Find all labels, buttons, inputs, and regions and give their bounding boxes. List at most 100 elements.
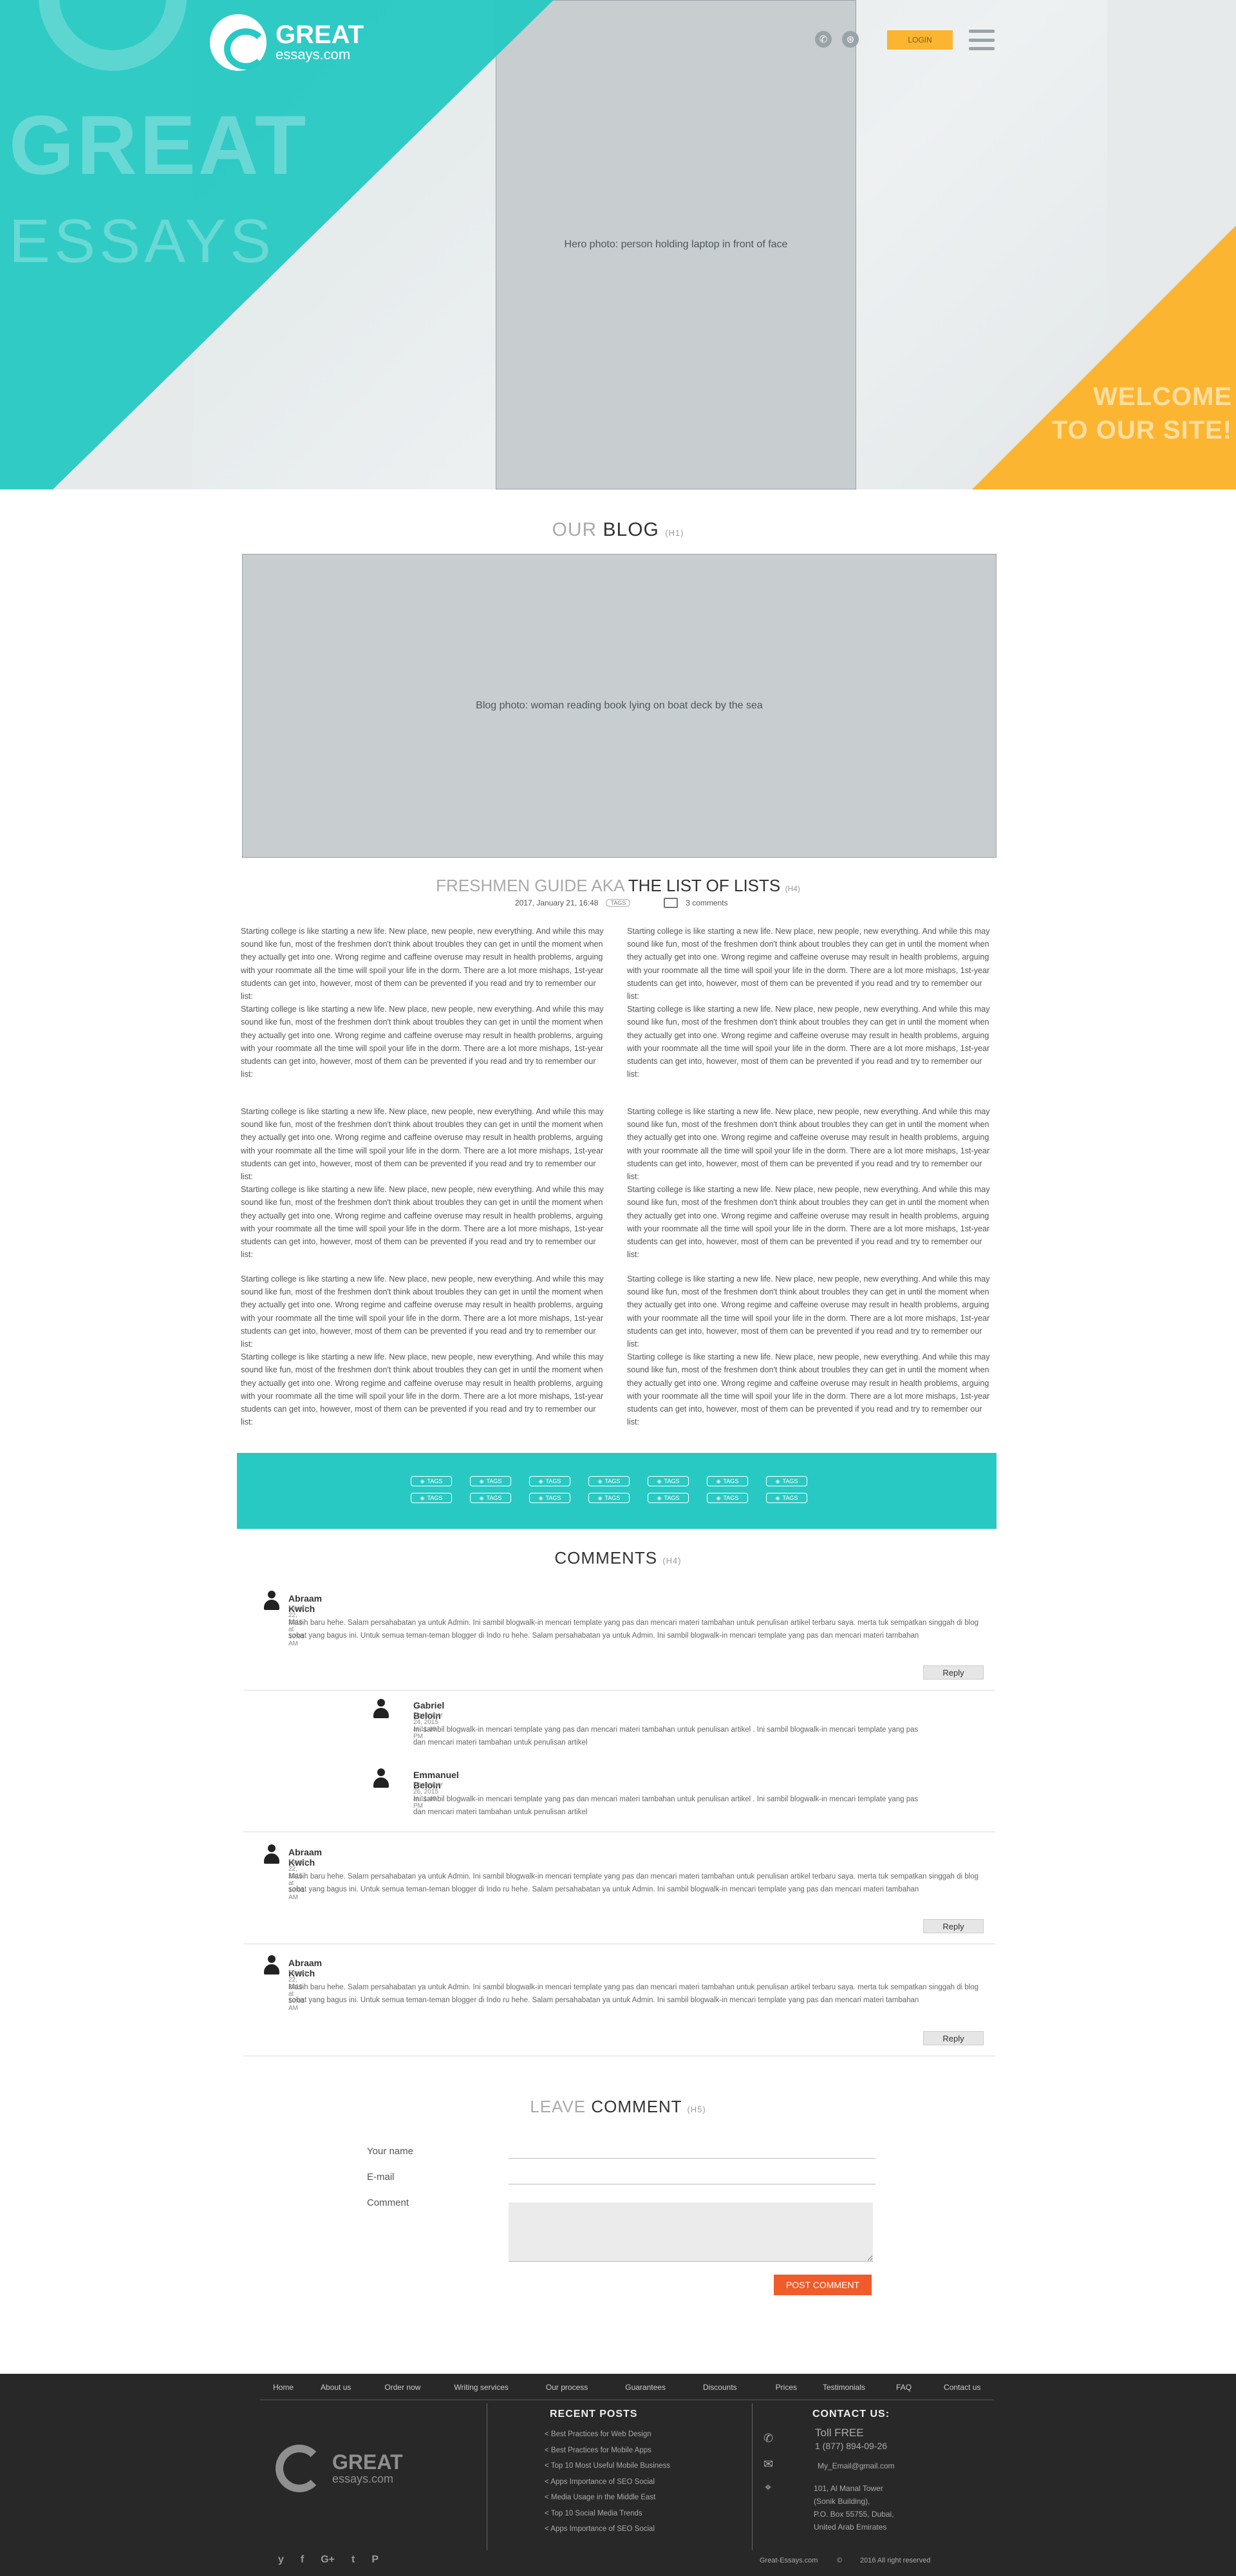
post-paragraph: Starting college is like starting a new … bbox=[241, 927, 604, 1001]
blog-section-title: OUR BLOG (H1) bbox=[0, 519, 1236, 541]
twitter-icon[interactable]: y bbox=[278, 2554, 284, 2566]
page: Hero photo: person holding laptop in fro… bbox=[0, 0, 1236, 2576]
footer-nav-prices[interactable]: Prices bbox=[776, 2383, 797, 2392]
tag-pill[interactable]: ◈ TAGS bbox=[588, 1476, 630, 1486]
comments-title-text: COMMENTS bbox=[554, 1548, 658, 1567]
post-comment-button[interactable]: POST COMMENT bbox=[774, 2275, 872, 2295]
address-line: 101, Al Manal Tower bbox=[814, 2484, 883, 2493]
blog-title-tag: (H1) bbox=[665, 528, 684, 538]
phone-icon[interactable]: ✆ bbox=[815, 31, 832, 48]
hero-image: Hero photo: person holding laptop in fro… bbox=[496, 0, 856, 489]
footer-nav-faq[interactable]: FAQ bbox=[896, 2383, 912, 2392]
post-paragraph: Starting college is like starting a new … bbox=[627, 927, 990, 1001]
recent-post-link[interactable]: < Apps Importance of SEO Social bbox=[545, 2474, 670, 2490]
footer-nav-guarantees[interactable]: Guarantees bbox=[625, 2383, 666, 2392]
footer-copyright: 2016 All right reserved bbox=[860, 2557, 931, 2564]
tumblr-icon[interactable]: t bbox=[351, 2554, 355, 2566]
post-paragraph: Starting college is like starting a new … bbox=[241, 1107, 604, 1182]
tag-pill[interactable]: ◈ TAGS bbox=[648, 1476, 689, 1486]
tag-pill[interactable]: ◈ TAGS bbox=[707, 1476, 748, 1486]
tag-icon: ◈ bbox=[479, 1477, 484, 1484]
tag-pill[interactable]: ◈ TAGS bbox=[411, 1476, 452, 1486]
welcome-text: WELCOME TO OUR SITE! bbox=[1052, 380, 1232, 447]
comment-body: Masih baru hehe. Salam persahabatan ya u… bbox=[288, 1619, 979, 1640]
post-paragraph: Starting college is like starting a new … bbox=[627, 1185, 990, 1260]
post-comment-count[interactable]: 3 comments bbox=[686, 898, 727, 907]
reply-button[interactable]: Reply bbox=[923, 1665, 984, 1680]
comments-title: COMMENTS (H4) bbox=[0, 1548, 1236, 1568]
login-button[interactable]: LOGIN bbox=[887, 30, 953, 50]
tag-icon: ◈ bbox=[420, 1494, 425, 1501]
comment-textarea[interactable] bbox=[509, 2202, 873, 2262]
tag-pill[interactable]: ◈ TAGS bbox=[470, 1476, 511, 1486]
tag-pill[interactable]: ◈ TAGS bbox=[529, 1476, 570, 1486]
post-meta: 2017, January 21, 16:48 TAGS 3 comments bbox=[515, 898, 772, 908]
recent-post-link[interactable]: < Apps Importance of SEO Social bbox=[545, 2521, 670, 2537]
support-icon[interactable]: ⊛ bbox=[842, 31, 859, 48]
email-address[interactable]: My_Email@gmail.com bbox=[818, 2461, 895, 2470]
recent-post-link[interactable]: < Media Usage in the Middle East bbox=[545, 2490, 670, 2506]
post-tag-badge[interactable]: TAGS bbox=[606, 899, 631, 907]
post-paragraph: Starting college is like starting a new … bbox=[627, 1107, 990, 1182]
footer-nav: Home About us Order now Writing services… bbox=[273, 2383, 980, 2392]
post-paragraph: Starting college is like starting a new … bbox=[241, 1185, 604, 1260]
blog-post-image[interactable]: Blog photo: woman reading book lying on … bbox=[242, 554, 997, 858]
post-title-light: FRESHMEN GUIDE AKA bbox=[436, 876, 624, 895]
footer-nav-about[interactable]: About us bbox=[321, 2383, 351, 2392]
phone-icon: ✆ bbox=[763, 2432, 774, 2445]
tags-grid: ◈ TAGS ◈ TAGS ◈ TAGS ◈ TAGS ◈ TAGS ◈ TAGS ◈ TAG… bbox=[411, 1476, 807, 1503]
post-title-bold: THE LIST OF LISTS bbox=[628, 876, 781, 895]
leave-comment-title: LEAVE COMMENT (H5) bbox=[0, 2097, 1236, 2117]
facebook-icon[interactable]: f bbox=[301, 2554, 304, 2566]
footer-site-name[interactable]: Great-Essays.com bbox=[760, 2557, 818, 2564]
comment-body: Ini sambil blogwalk-in mencari template … bbox=[413, 1726, 919, 1747]
recent-post-link[interactable]: < Best Practices for Web Design bbox=[545, 2427, 670, 2443]
footer-nav-process[interactable]: Our process bbox=[546, 2383, 588, 2392]
tag-pill[interactable]: ◈ TAGS bbox=[411, 1493, 452, 1503]
recent-posts-title: RECENT POSTS bbox=[550, 2409, 638, 2420]
ghost-text-essays: ESSAYS bbox=[9, 207, 276, 276]
post-paragraph: Starting college is like starting a new … bbox=[241, 1274, 604, 1349]
comments-title-tag: (H4) bbox=[662, 1556, 682, 1566]
tag-pill[interactable]: ◈ TAGS bbox=[648, 1493, 689, 1503]
footer-nav-home[interactable]: Home bbox=[273, 2383, 294, 2392]
tag-pill[interactable]: ◈ TAGS bbox=[588, 1493, 630, 1503]
reply-button[interactable]: Reply bbox=[923, 1919, 984, 1933]
post-column-left-3: Starting college is like starting a new … bbox=[241, 1273, 606, 1428]
toll-free-label: Toll FREE bbox=[815, 2427, 864, 2439]
footer-logo[interactable]: GREAT essays.com bbox=[276, 2445, 403, 2492]
leave-title-bold: COMMENT bbox=[591, 2097, 682, 2116]
tag-pill[interactable]: ◈ TAGS bbox=[766, 1476, 807, 1486]
post-column-left-1: Starting college is like starting a new … bbox=[241, 925, 606, 1081]
tag-pill[interactable]: ◈ TAGS bbox=[707, 1493, 748, 1503]
footer-nav-testimonials[interactable]: Testimonials bbox=[823, 2383, 865, 2392]
footer-nav-writing[interactable]: Writing services bbox=[454, 2383, 508, 2392]
google-plus-icon[interactable]: G+ bbox=[321, 2554, 335, 2566]
copyright-icon: © bbox=[837, 2557, 843, 2564]
footer-nav-contact[interactable]: Contact us bbox=[944, 2383, 980, 2392]
tag-pill[interactable]: ◈ TAGS bbox=[766, 1493, 807, 1503]
site-logo[interactable]: GREAT essays.com bbox=[210, 14, 364, 71]
phone-number[interactable]: 1 (877) 894-09-26 bbox=[815, 2441, 887, 2451]
footer-nav-discounts[interactable]: Discounts bbox=[703, 2383, 737, 2392]
leave-title-tag: (H5) bbox=[687, 2105, 706, 2114]
tag-icon: ◈ bbox=[420, 1477, 425, 1484]
location-pin-icon: ⌖ bbox=[765, 2481, 772, 2494]
recent-post-link[interactable]: < Best Practices for Mobile Apps bbox=[545, 2443, 670, 2459]
mail-icon: ✉ bbox=[763, 2458, 774, 2470]
comment-label: Comment bbox=[367, 2197, 409, 2208]
reply-button[interactable]: Reply bbox=[923, 2031, 984, 2045]
email-input[interactable] bbox=[509, 2165, 876, 2184]
recent-post-link[interactable]: < Top 10 Most Useful Mobile Business bbox=[545, 2458, 670, 2474]
post-title[interactable]: FRESHMEN GUIDE AKA THE LIST OF LISTS (H4… bbox=[0, 876, 1236, 896]
hamburger-menu-icon[interactable] bbox=[969, 30, 995, 50]
tag-pill[interactable]: ◈ TAGS bbox=[529, 1493, 570, 1503]
tag-pill[interactable]: ◈ TAGS bbox=[470, 1493, 511, 1503]
address-line: P.O. Box 55755, Dubai, bbox=[814, 2510, 894, 2519]
pinterest-icon[interactable]: P bbox=[371, 2554, 379, 2566]
recent-posts-list: < Best Practices for Web Design < Best P… bbox=[545, 2427, 670, 2537]
address-line: (Sonik Building), bbox=[814, 2497, 870, 2506]
footer-nav-order[interactable]: Order now bbox=[384, 2383, 420, 2392]
recent-post-link[interactable]: < Top 10 Social Media Trends bbox=[545, 2506, 670, 2522]
name-input[interactable] bbox=[509, 2139, 876, 2159]
